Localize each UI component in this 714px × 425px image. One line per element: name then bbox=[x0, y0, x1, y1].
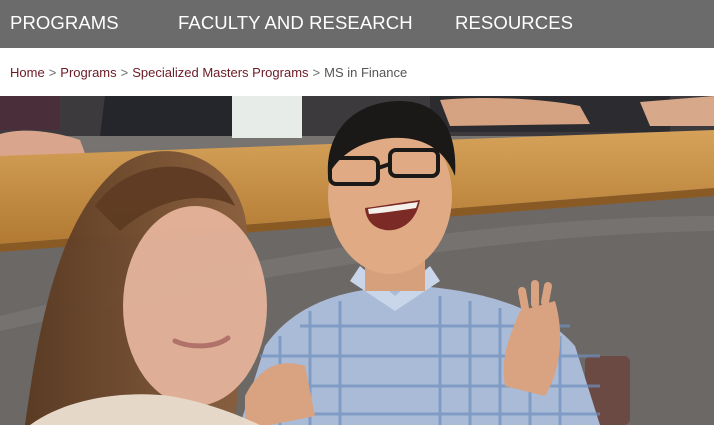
breadcrumb-specialized-masters[interactable]: Specialized Masters Programs bbox=[132, 65, 308, 80]
top-navigation: PROGRAMS FACULTY AND RESEARCH RESOURCES bbox=[0, 0, 714, 48]
hero-image bbox=[0, 96, 714, 425]
nav-faculty-and-research[interactable]: FACULTY AND RESEARCH bbox=[178, 12, 413, 34]
breadcrumb-separator: > bbox=[48, 65, 57, 80]
breadcrumb-programs[interactable]: Programs bbox=[60, 65, 116, 80]
nav-resources[interactable]: RESOURCES bbox=[455, 12, 573, 34]
nav-programs[interactable]: PROGRAMS bbox=[10, 12, 119, 34]
hero-illustration bbox=[0, 96, 714, 425]
breadcrumb-home[interactable]: Home bbox=[10, 65, 45, 80]
breadcrumb-separator: > bbox=[120, 65, 129, 80]
breadcrumb: Home > Programs > Specialized Masters Progra… bbox=[10, 65, 407, 80]
breadcrumb-separator: > bbox=[312, 65, 321, 80]
breadcrumb-current: MS in Finance bbox=[324, 65, 408, 80]
